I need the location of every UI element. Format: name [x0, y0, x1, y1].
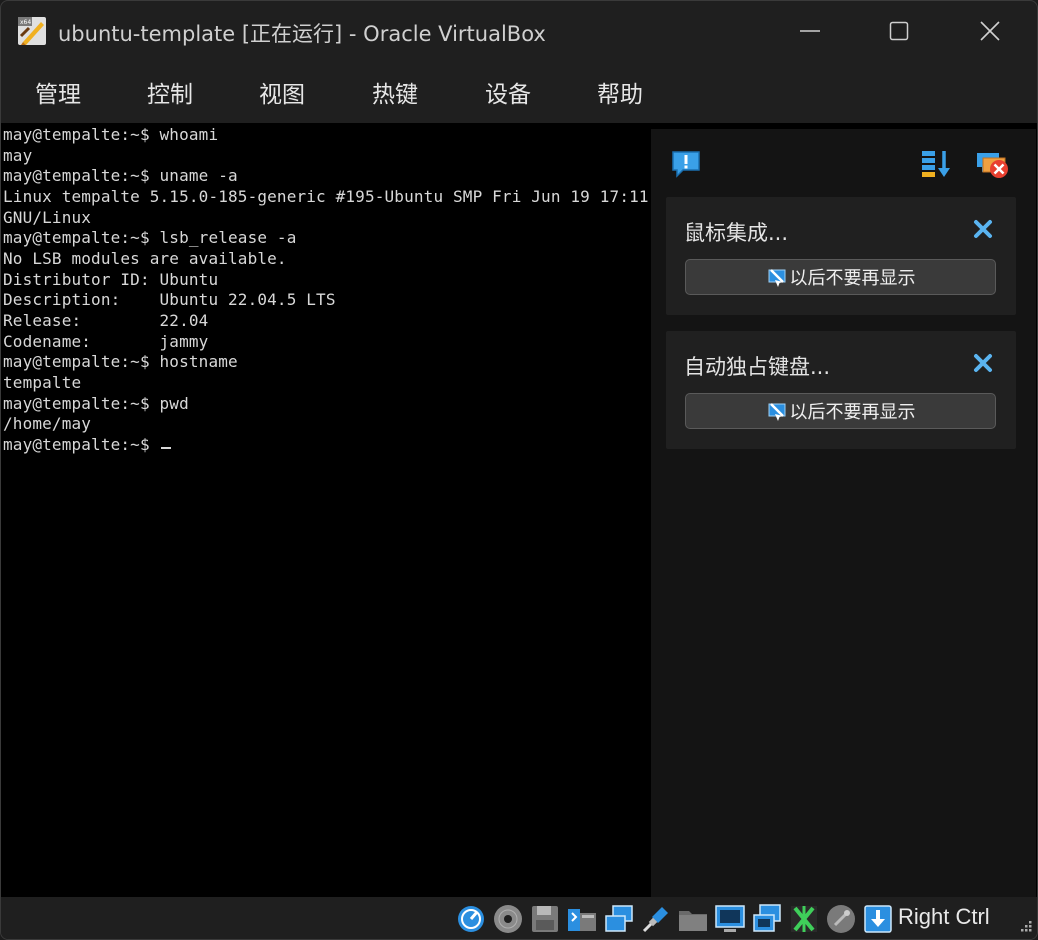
close-all-icon[interactable] — [975, 147, 1009, 181]
terminal-prompt: may@tempalte:~$ — [3, 434, 160, 454]
title-bar[interactable]: x64 ubuntu-template [正在运行] - Oracle Virt… — [1, 1, 1037, 61]
notification-mouse-integration: 鼠标集成... 以后不要再显示 — [666, 197, 1016, 315]
close-notification-icon[interactable] — [972, 218, 994, 240]
sort-icon[interactable] — [919, 147, 953, 181]
menu-item-control[interactable]: 控制 — [145, 75, 195, 109]
recording-icon[interactable] — [751, 903, 783, 935]
guest-additions-icon[interactable] — [788, 903, 820, 935]
notification-title: 鼠标集成... — [684, 221, 789, 245]
close-button[interactable] — [967, 11, 1013, 51]
cpu-icon[interactable] — [825, 903, 857, 935]
dont-show-again-button[interactable]: 以后不要再显示 — [685, 259, 996, 295]
close-notification-icon[interactable] — [972, 352, 994, 374]
host-key-label[interactable]: Right Ctrl — [898, 904, 990, 930]
terminal-cursor — [160, 446, 171, 449]
window-title: ubuntu-template [正在运行] - Oracle VirtualB… — [58, 22, 546, 46]
resize-grip-icon[interactable] — [1015, 915, 1033, 933]
audio-icon[interactable] — [566, 903, 598, 935]
minimize-button[interactable] — [787, 11, 833, 51]
display-icon[interactable] — [714, 903, 746, 935]
floppy-icon[interactable] — [529, 903, 561, 935]
notification-center: 鼠标集成... 以后不要再显示 自动独占键盘... 以后不要再显示 — [651, 129, 1036, 897]
message-center-icon[interactable] — [669, 147, 703, 181]
dont-show-again-button[interactable]: 以后不要再显示 — [685, 393, 996, 429]
menu-item-manage[interactable]: 管理 — [33, 75, 83, 109]
notification-keyboard-capture: 自动独占键盘... 以后不要再显示 — [666, 331, 1016, 449]
optical-drive-icon[interactable] — [492, 903, 524, 935]
menu-item-devices[interactable]: 设备 — [483, 75, 533, 109]
status-bar: Right Ctrl — [1, 897, 1037, 939]
dont-show-icon — [768, 269, 785, 287]
button-label: 以后不要再显示 — [789, 402, 916, 423]
minimize-icon — [800, 30, 820, 32]
menu-item-hotkeys[interactable]: 热键 — [370, 75, 420, 109]
maximize-icon — [889, 21, 909, 41]
button-label: 以后不要再显示 — [789, 268, 916, 289]
keyboard-capture-icon[interactable] — [862, 903, 894, 935]
menu-item-help[interactable]: 帮助 — [595, 75, 645, 109]
virtualbox-icon: x64 — [18, 17, 46, 45]
hard-disk-icon[interactable] — [455, 903, 487, 935]
shared-folders-icon[interactable] — [677, 903, 709, 935]
notification-toolbar — [651, 129, 1036, 197]
virtualbox-window: x64 ubuntu-template [正在运行] - Oracle Virt… — [0, 0, 1038, 940]
usb-icon[interactable] — [640, 903, 672, 935]
close-icon — [980, 21, 1000, 41]
maximize-button[interactable] — [876, 11, 922, 51]
notification-title: 自动独占键盘... — [684, 355, 831, 379]
menu-item-view[interactable]: 视图 — [257, 75, 307, 109]
menu-bar: 管理 控制 视图 热键 设备 帮助 — [1, 61, 1037, 123]
svg-text:x64: x64 — [20, 19, 31, 26]
network-icon[interactable] — [603, 903, 635, 935]
dont-show-icon — [768, 403, 785, 421]
